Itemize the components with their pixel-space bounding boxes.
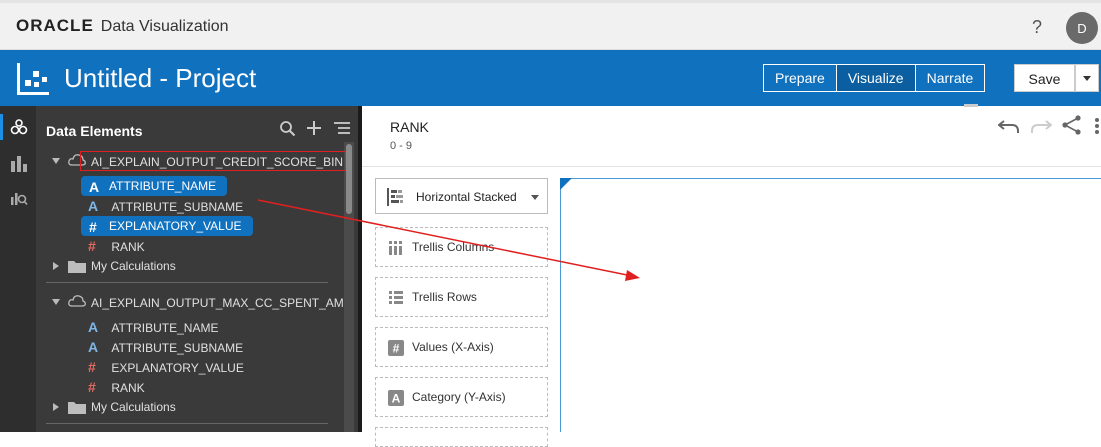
drop-zone-next[interactable] [375,427,548,447]
save-button[interactable]: Save [1014,64,1075,92]
prepare-tab[interactable]: Prepare [764,65,837,91]
project-title[interactable]: Untitled - Project [64,63,256,94]
list-item[interactable]: A ATTRIBUTE_SUBNAME [88,339,243,357]
brand: ORACLE Data Visualization [16,16,229,36]
element-label: ATTRIBUTE_SUBNAME [111,341,244,355]
dataset-name[interactable]: AI_EXPLAIN_OUTPUT_MAX_CC_SPENT_AM [91,296,344,314]
menu-icon[interactable] [334,121,350,135]
measure-icon: # [89,219,97,235]
list-item[interactable]: # EXPLANATORY_VALUE [88,359,244,377]
attribute-icon: A [89,179,100,195]
folder-icon [68,402,86,414]
top-strip [0,0,1101,3]
attribute-icon: A [88,319,99,335]
project-icon [17,63,49,95]
visualize-tab[interactable]: Visualize [836,65,916,91]
drop-zone-trellis-rows[interactable]: Trellis Rows [375,277,548,317]
measure-icon: # [388,340,404,356]
avatar[interactable]: D [1066,12,1098,44]
trellis-columns-icon [389,241,402,255]
drop-zone-values-x-axis[interactable]: # Values (X-Axis) [375,327,548,367]
expand-folder-icon[interactable] [53,262,59,270]
analytics-icon[interactable] [10,188,28,206]
header-divider [362,166,1101,167]
app-name: Data Visualization [100,18,229,35]
element-label: ATTRIBUTE_SUBNAME [111,200,244,214]
trellis-rows-icon [389,291,403,304]
attribute-icon: A [88,198,99,214]
collapse-source-2-icon[interactable] [52,299,60,305]
element-label: RANK [111,381,145,395]
panel-title: Data Elements [46,123,143,139]
scrollbar-thumb[interactable] [346,144,352,214]
drop-zone-category-y-axis[interactable]: A Category (Y-Axis) [375,377,548,417]
drop-zone-label: Trellis Columns [412,240,495,254]
undo-icon[interactable] [998,118,1020,134]
list-item[interactable]: # RANK [88,238,145,256]
divider [46,423,328,424]
element-label: ATTRIBUTE_NAME [111,321,219,335]
help-icon[interactable]: ? [1032,17,1042,38]
expand-folder-icon[interactable] [53,403,59,411]
folder-label[interactable]: My Calculations [91,259,176,277]
save-dropdown-button[interactable] [1075,64,1099,92]
more-options-icon[interactable] [1093,117,1101,135]
list-item[interactable]: A ATTRIBUTE_NAME [81,176,227,196]
add-icon[interactable] [306,120,322,136]
element-label: RANK [111,240,145,254]
measure-icon: # [88,359,96,375]
panel-scrollbar[interactable] [344,142,354,432]
list-item[interactable]: A ATTRIBUTE_SUBNAME [88,198,243,216]
svg-text:#: # [393,342,400,356]
measure-icon: # [88,379,96,395]
folder-label[interactable]: My Calculations [91,400,176,418]
svg-text:A: A [392,392,401,406]
drag-handle[interactable] [964,104,978,107]
rail-active-indicator [0,114,3,140]
cloud-dataset-icon [68,295,86,307]
share-icon[interactable] [1061,115,1083,135]
visualizations-icon[interactable] [10,154,28,172]
divider [46,282,328,283]
list-item[interactable]: A ATTRIBUTE_NAME [88,319,218,337]
mode-switcher: Prepare Visualize Narrate [763,64,986,92]
measure-icon: # [88,238,96,254]
oracle-logo: ORACLE [16,16,94,35]
chevron-down-icon [531,195,539,200]
annotation-highlight-box [80,151,346,171]
narrate-tab[interactable]: Narrate [916,65,985,91]
list-item[interactable]: # EXPLANATORY_VALUE [81,216,253,236]
element-label: ATTRIBUTE_NAME [109,179,217,193]
search-icon[interactable] [279,120,296,137]
horizontal-stacked-icon [387,188,403,206]
drop-zone-label: Category (Y-Axis) [412,390,506,404]
drop-zone-trellis-columns[interactable]: Trellis Columns [375,227,548,267]
viz-title: RANK [390,119,429,135]
collapse-source-1-icon[interactable] [52,158,60,164]
element-label: EXPLANATORY_VALUE [111,361,244,375]
drop-zone-label: Values (X-Axis) [412,340,494,354]
element-label: EXPLANATORY_VALUE [109,219,242,233]
chart-type-label: Horizontal Stacked [416,190,517,204]
list-item[interactable]: # RANK [88,379,145,397]
chart-type-select[interactable]: Horizontal Stacked [375,178,548,214]
redo-icon[interactable] [1030,118,1052,134]
attribute-icon: A [388,390,404,406]
canvas-corner-marker [560,178,572,190]
data-elements-icon[interactable] [10,118,28,136]
viz-canvas[interactable] [560,178,1101,432]
viz-subtitle: 0 - 9 [390,140,413,152]
folder-icon [68,261,86,273]
attribute-icon: A [88,339,99,355]
drop-zone-label: Trellis Rows [412,290,477,304]
